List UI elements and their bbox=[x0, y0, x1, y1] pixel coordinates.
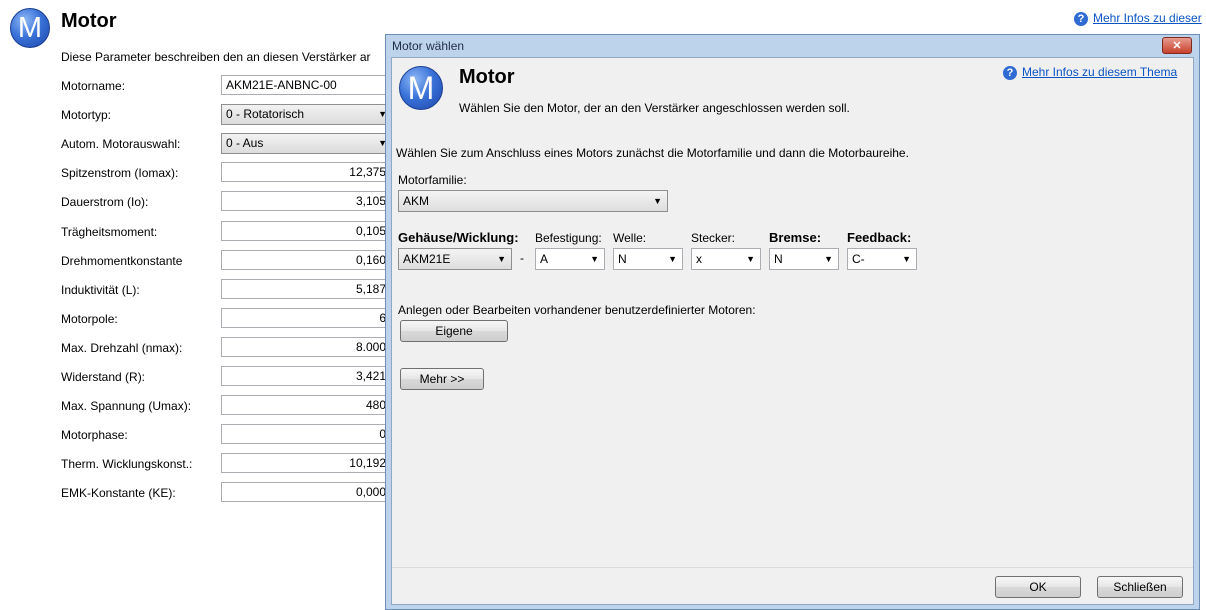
param-field[interactable]: 3,421 bbox=[221, 366, 391, 386]
mounting-select[interactable]: A ▼ bbox=[535, 248, 605, 270]
chevron-down-icon: ▼ bbox=[668, 254, 677, 264]
param-label: Motorname: bbox=[61, 79, 126, 93]
param-label: Autom. Motorauswahl: bbox=[61, 137, 181, 151]
param-label: Therm. Wicklungskonst.: bbox=[61, 457, 193, 471]
feedback-select[interactable]: C- ▼ bbox=[847, 248, 917, 270]
param-label: Induktivität (L): bbox=[61, 283, 140, 297]
motor-logo-icon: M bbox=[399, 66, 443, 110]
param-field[interactable]: 0,160 bbox=[221, 250, 391, 270]
param-select[interactable]: 0 - Rotatorisch ▼ bbox=[221, 104, 391, 125]
param-field[interactable]: 3,105 bbox=[221, 191, 391, 211]
param-field[interactable]: 6 bbox=[221, 308, 391, 328]
dialog-footer: OK Schließen bbox=[392, 567, 1193, 604]
param-label: Max. Drehzahl (nmax): bbox=[61, 341, 183, 355]
param-select-value: 0 - Aus bbox=[226, 136, 264, 150]
param-label: Motortyp: bbox=[61, 108, 112, 122]
shaft-value: N bbox=[618, 252, 627, 266]
feedback-label: Feedback: bbox=[847, 230, 912, 245]
mounting-label: Befestigung: bbox=[535, 231, 602, 245]
motor-family-select[interactable]: AKM ▼ bbox=[398, 190, 668, 212]
param-field[interactable]: 480 bbox=[221, 395, 391, 415]
param-label: Drehmomentkonstante bbox=[61, 254, 183, 268]
help-icon: ? bbox=[1003, 65, 1017, 80]
param-field[interactable]: 0 bbox=[221, 424, 391, 444]
motor-select-dialog: Motor wählen ✕ M Motor Wählen Sie den Mo… bbox=[385, 34, 1200, 610]
help-link-dialog[interactable]: ? Mehr Infos zu diesem Thema bbox=[1003, 65, 1177, 80]
param-field[interactable]: 5,187 bbox=[221, 279, 391, 299]
param-field[interactable]: AKM21E-ANBNC-00 bbox=[221, 75, 391, 95]
param-label: Widerstand (R): bbox=[61, 370, 146, 384]
param-label: Motorpole: bbox=[61, 312, 118, 326]
motor-family-value: AKM bbox=[403, 194, 430, 208]
param-label: Motorphase: bbox=[61, 428, 128, 442]
chevron-down-icon: ▼ bbox=[902, 254, 911, 264]
housing-value: AKM21E bbox=[403, 252, 451, 266]
chevron-down-icon: ▼ bbox=[824, 254, 833, 264]
param-select-value: 0 - Rotatorisch bbox=[226, 107, 305, 121]
mounting-value: A bbox=[540, 252, 549, 266]
close-dialog-button[interactable]: Schließen bbox=[1097, 576, 1183, 598]
param-label: Max. Spannung (Umax): bbox=[61, 399, 192, 413]
help-link-text[interactable]: Mehr Infos zu dieser bbox=[1093, 11, 1202, 25]
help-icon: ? bbox=[1074, 11, 1088, 26]
param-field[interactable]: 0,000 bbox=[221, 482, 391, 502]
param-field[interactable]: 10,192 bbox=[221, 453, 391, 473]
instruction-text: Wählen Sie zum Anschluss eines Motors zu… bbox=[396, 146, 909, 160]
help-link-bg[interactable]: ? Mehr Infos zu dieser bbox=[1074, 11, 1202, 26]
family-label: Motorfamilie: bbox=[398, 173, 467, 187]
chevron-down-icon: ▼ bbox=[590, 254, 599, 264]
custom-motors-label: Anlegen oder Bearbeiten vorhandener benu… bbox=[398, 303, 756, 317]
close-window-button[interactable]: ✕ bbox=[1162, 37, 1192, 54]
chevron-down-icon: ▼ bbox=[746, 254, 755, 264]
help-link-text[interactable]: Mehr Infos zu diesem Thema bbox=[1022, 65, 1177, 79]
param-field[interactable]: 0,105 bbox=[221, 221, 391, 241]
chevron-down-icon: ▼ bbox=[497, 254, 506, 264]
dialog-subheading: Wählen Sie den Motor, der an den Verstär… bbox=[459, 101, 850, 115]
page-title: Motor bbox=[61, 10, 117, 32]
dialog-heading: Motor bbox=[459, 66, 515, 88]
shaft-label: Welle: bbox=[613, 231, 647, 245]
dialog-title: Motor wählen bbox=[392, 39, 465, 53]
custom-motors-button[interactable]: Eigene bbox=[400, 320, 508, 342]
chevron-down-icon: ▼ bbox=[653, 196, 662, 206]
separator-dash: - bbox=[520, 251, 524, 265]
dialog-client-area: M Motor Wählen Sie den Motor, der an den… bbox=[391, 57, 1194, 605]
param-field[interactable]: 12,375 bbox=[221, 162, 391, 182]
brake-label: Bremse: bbox=[769, 230, 822, 245]
brake-select[interactable]: N ▼ bbox=[769, 248, 839, 270]
param-label: EMK-Konstante (KE): bbox=[61, 486, 176, 500]
param-label: Dauerstrom (Io): bbox=[61, 195, 149, 209]
housing-label: Gehäuse/Wicklung: bbox=[398, 230, 519, 245]
connector-select[interactable]: x ▼ bbox=[691, 248, 761, 270]
param-field[interactable]: 8.000 bbox=[221, 337, 391, 357]
feedback-value: C- bbox=[852, 252, 865, 266]
brake-value: N bbox=[774, 252, 783, 266]
connector-label: Stecker: bbox=[691, 231, 736, 245]
more-button[interactable]: Mehr >> bbox=[400, 368, 484, 390]
connector-value: x bbox=[696, 252, 702, 266]
page-description: Diese Parameter beschreiben den an diese… bbox=[61, 50, 371, 64]
param-label: Trägheitsmoment: bbox=[61, 225, 158, 239]
param-label: Spitzenstrom (Iomax): bbox=[61, 166, 179, 180]
ok-button[interactable]: OK bbox=[995, 576, 1081, 598]
shaft-select[interactable]: N ▼ bbox=[613, 248, 683, 270]
param-select[interactable]: 0 - Aus ▼ bbox=[221, 133, 391, 154]
motor-logo-icon: M bbox=[10, 8, 50, 48]
housing-select[interactable]: AKM21E ▼ bbox=[398, 248, 512, 270]
dialog-titlebar[interactable]: Motor wählen ✕ bbox=[386, 35, 1199, 57]
